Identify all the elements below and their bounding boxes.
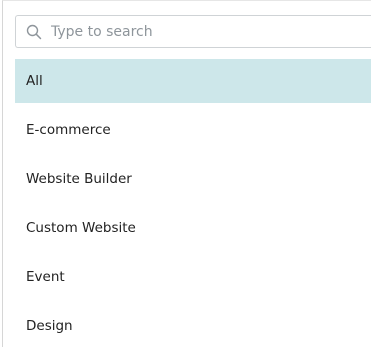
- category-list: All E-commerce Website Builder Custom We…: [15, 59, 371, 353]
- list-item-label: Event: [26, 269, 65, 285]
- list-item-website-builder[interactable]: Website Builder: [15, 157, 371, 201]
- list-item-design[interactable]: Design: [15, 304, 371, 348]
- list-item-event[interactable]: Event: [15, 255, 371, 299]
- list-item-label: E-commerce: [26, 122, 111, 138]
- search-box[interactable]: [15, 15, 371, 48]
- list-item-custom-website[interactable]: Custom Website: [15, 206, 371, 250]
- category-filter-panel: All E-commerce Website Builder Custom We…: [2, 0, 371, 347]
- search-icon: [26, 24, 42, 40]
- list-item-label: Website Builder: [26, 171, 132, 187]
- list-item-label: Custom Website: [26, 220, 136, 236]
- list-item-label: All: [26, 73, 43, 89]
- list-item-e-commerce[interactable]: E-commerce: [15, 108, 371, 152]
- search-input[interactable]: [51, 16, 351, 47]
- list-item-label: Design: [26, 318, 73, 334]
- list-item-all[interactable]: All: [15, 59, 371, 103]
